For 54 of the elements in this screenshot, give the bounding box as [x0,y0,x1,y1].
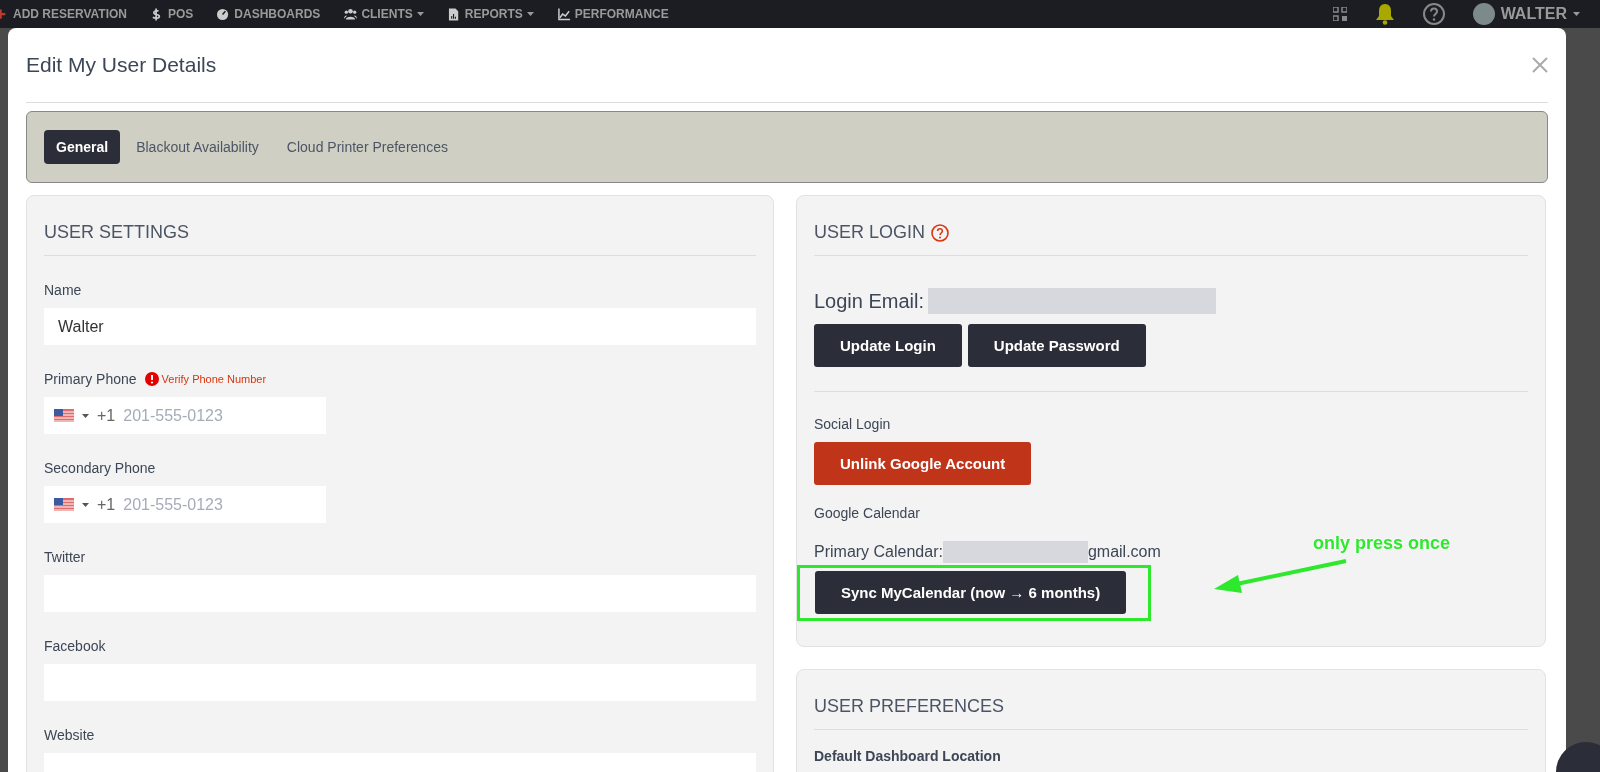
login-email-label: Login Email: [814,289,925,313]
tab[interactable]: Cloud Printer Preferences [274,130,460,164]
text-field[interactable]: Walter [44,308,756,345]
chart-icon [557,7,571,21]
google-calendar-label: Google Calendar [814,505,921,521]
qr-icon[interactable] [1332,7,1347,21]
caret-icon [82,413,89,418]
user-menu[interactable]: WALTER [1500,5,1567,23]
dial-code: +1 [97,406,116,425]
tab[interactable]: Blackout Availability [124,130,271,164]
phone-field[interactable]: +1 201-555-0123 [44,397,326,434]
verify-phone-link[interactable]: Verify Phone Number [161,373,267,385]
section-heading: USER PREFERENCES [814,696,1005,717]
field-label: Facebook [44,638,106,654]
warning-icon [144,372,159,386]
tab[interactable]: General [44,130,121,164]
sync-calendar-button[interactable]: Sync MyCalendar (now → 6 months) [815,571,1127,614]
annotation-note: only press once [1313,533,1451,554]
nav-menu-item[interactable]: CLIENTS [344,7,424,21]
modal-title: Edit My User Details [26,53,217,77]
nav-menu-item[interactable]: DASHBOARDS [217,7,321,21]
field-label: Primary Phone [44,371,137,387]
social-login-label: Social Login [814,416,892,432]
field-label: Default Dashboard Location [814,748,1002,764]
caret-icon [1573,12,1580,16]
field-label: Website [44,727,95,743]
primary-calendar-label: Primary Calendar: [814,543,943,561]
phone-input[interactable]: 201-555-0123 [123,495,284,514]
field-label: Secondary Phone [44,460,156,476]
avatar[interactable] [1472,3,1495,25]
phone-input[interactable]: 201-555-0123 [123,406,284,425]
field-label: Twitter [44,549,86,565]
field-label: Name [44,282,82,298]
nav-menu-item[interactable]: ADD RESERVATION [0,7,127,21]
section-heading: USER SETTINGS [44,222,190,243]
us-flag-icon [54,409,74,422]
help-icon[interactable] [1422,3,1445,25]
users-icon [344,7,358,21]
nav-menu-item[interactable]: POS [151,7,194,21]
update-button[interactable]: Update Login [814,324,962,367]
report-icon [447,7,461,21]
nav-menu-item[interactable]: REPORTS [447,7,534,21]
bell-icon[interactable] [1374,3,1395,25]
section-heading: USER LOGIN [814,222,926,243]
caret-icon [82,502,89,507]
us-flag-icon [54,498,74,511]
dial-code: +1 [97,495,116,514]
nav-menu-item[interactable]: PERFORMANCE [557,7,669,21]
calendar-email-domain: gmail.com [1087,543,1161,561]
phone-field[interactable]: +1 201-555-0123 [44,486,326,523]
update-button[interactable]: Update Password [967,324,1146,367]
gauge-icon [217,7,231,21]
help-icon[interactable] [931,223,950,242]
unlink-google-button[interactable]: Unlink Google Account [814,442,1032,485]
